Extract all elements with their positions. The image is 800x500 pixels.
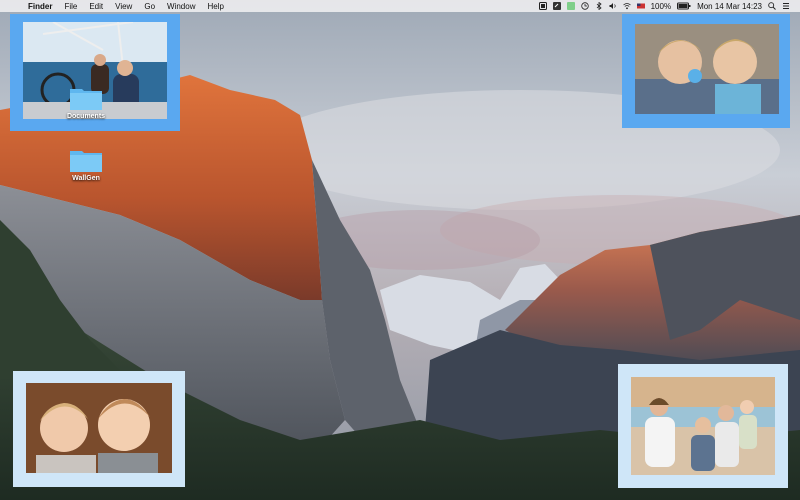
app-status-icon[interactable] <box>538 2 547 10</box>
menu-edit[interactable]: Edit <box>83 2 109 11</box>
menu-file[interactable]: File <box>58 2 83 11</box>
clock[interactable]: Mon 14 Mar 14:23 <box>697 2 762 11</box>
green-status-icon[interactable] <box>566 2 575 10</box>
battery-icon[interactable] <box>677 2 691 10</box>
folder-icon <box>70 148 102 172</box>
menu-view[interactable]: View <box>109 2 138 11</box>
menu-go[interactable]: Go <box>138 2 161 11</box>
family-beach-photo <box>631 377 775 475</box>
battery-percent: 100% <box>650 1 672 11</box>
menu-bar: Finder File Edit View Go Window Help 100… <box>0 0 800 12</box>
two-kids-photo <box>635 24 779 114</box>
wallgen-folder-label: WallGen <box>72 175 100 182</box>
photo-frame-bottom-right <box>618 364 788 488</box>
wifi-icon[interactable] <box>622 2 631 10</box>
folder-icon <box>70 86 102 110</box>
input-flag-icon[interactable] <box>636 2 645 10</box>
wallgen-folder[interactable]: WallGen <box>56 148 116 182</box>
brothers-photo <box>26 383 172 473</box>
photo-frame-top-right <box>622 14 790 128</box>
menu-help[interactable]: Help <box>201 2 229 11</box>
spotlight-search-icon[interactable] <box>768 2 776 10</box>
notification-center-icon[interactable] <box>782 2 790 10</box>
time-machine-icon[interactable] <box>580 2 589 10</box>
app-menu-finder[interactable]: Finder <box>22 2 58 11</box>
bluetooth-icon[interactable] <box>595 2 603 10</box>
photo-frame-bottom-left <box>13 371 185 487</box>
menu-window[interactable]: Window <box>161 2 201 11</box>
notes-status-icon[interactable] <box>552 2 561 10</box>
documents-folder[interactable]: Documents <box>56 86 116 120</box>
volume-icon[interactable] <box>609 2 617 10</box>
documents-folder-label: Documents <box>66 113 106 120</box>
